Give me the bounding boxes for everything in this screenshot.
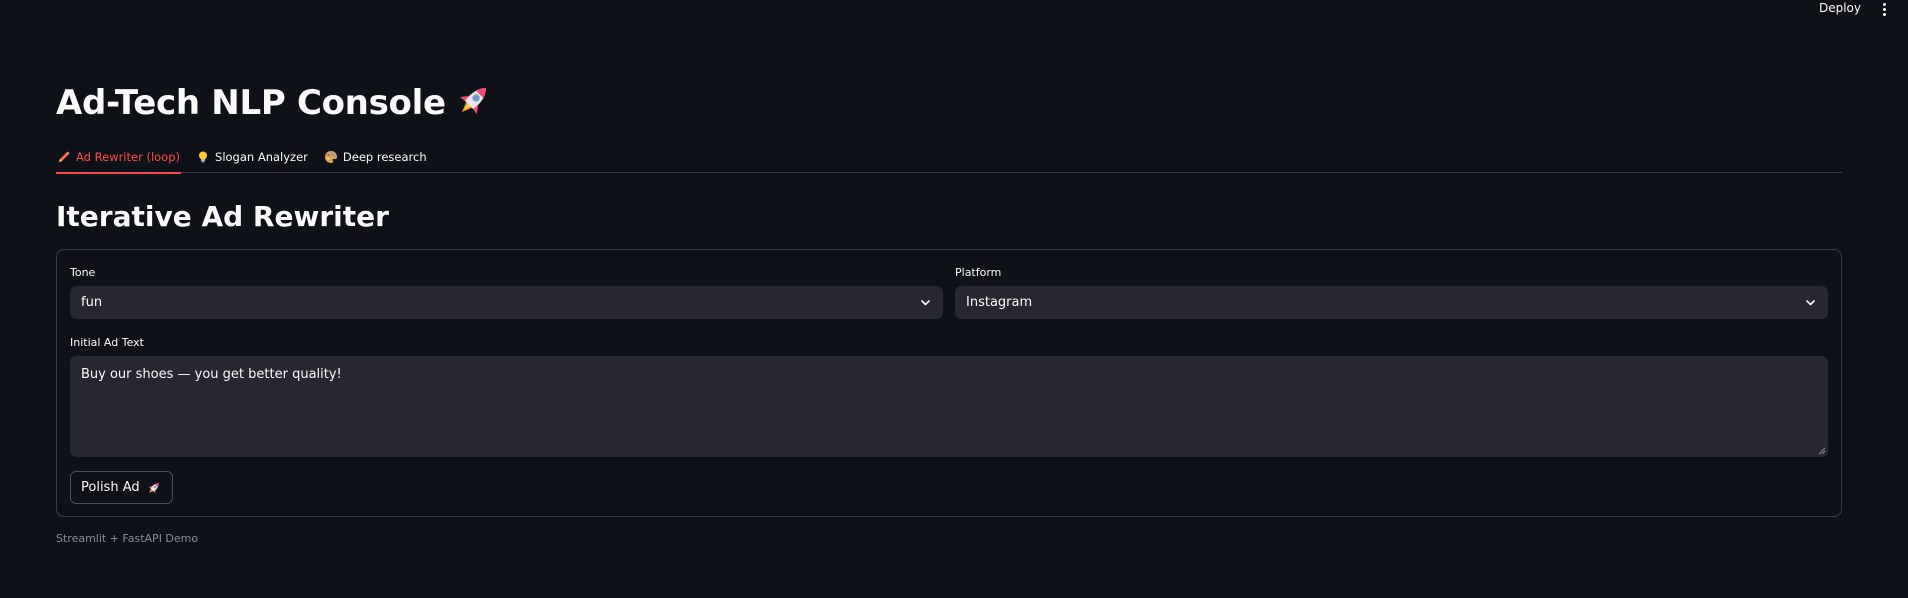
platform-label: Platform [955, 266, 1002, 279]
pencil-icon [59, 151, 70, 162]
page-title-text: Ad-Tech NLP Console [56, 83, 446, 123]
page-title: Ad-Tech NLP Console [56, 80, 494, 125]
rocket-icon [147, 482, 159, 494]
resize-handle-icon[interactable] [1818, 447, 1826, 455]
platform-value: Instagram [966, 295, 1033, 310]
top-bar: Deploy [0, 0, 1908, 18]
main-menu-icon[interactable] [1877, 1, 1891, 17]
platform-select[interactable]: Instagram [955, 286, 1828, 319]
tone-value: fun [81, 295, 103, 310]
tab-label: Deep research [342, 150, 427, 164]
section-title: Iterative Ad Rewriter [56, 200, 389, 233]
ad-rewriter-form: Tone fun Platform Instagram Initial Ad T… [56, 249, 1842, 517]
tab-deep-research[interactable]: Deep research [323, 141, 428, 173]
tab-label: Ad Rewriter (loop) [76, 150, 181, 164]
rocket-icon [459, 87, 486, 115]
ad-text-label: Initial Ad Text [70, 336, 144, 349]
tab-slogan-analyzer[interactable]: Slogan Analyzer [195, 141, 309, 173]
footer-caption: Streamlit + FastAPI Demo [56, 532, 199, 545]
ad-text-input[interactable] [70, 356, 1828, 457]
tab-ad-rewriter[interactable]: Ad Rewriter (loop) [56, 141, 182, 174]
chevron-down-icon [921, 300, 930, 306]
lightbulb-icon [199, 151, 208, 163]
polish-ad-label: Polish Ad [81, 480, 140, 495]
deploy-button[interactable]: Deploy [1819, 1, 1861, 15]
polish-ad-button[interactable]: Polish Ad [70, 471, 173, 504]
tab-label: Slogan Analyzer [215, 150, 308, 164]
palette-icon [324, 151, 337, 163]
tab-bar: Ad Rewriter (loop) Slogan Analyzer Deep … [56, 141, 1842, 174]
chevron-down-icon [1806, 300, 1815, 306]
tone-label: Tone [70, 266, 96, 279]
tone-select[interactable]: fun [70, 286, 943, 319]
